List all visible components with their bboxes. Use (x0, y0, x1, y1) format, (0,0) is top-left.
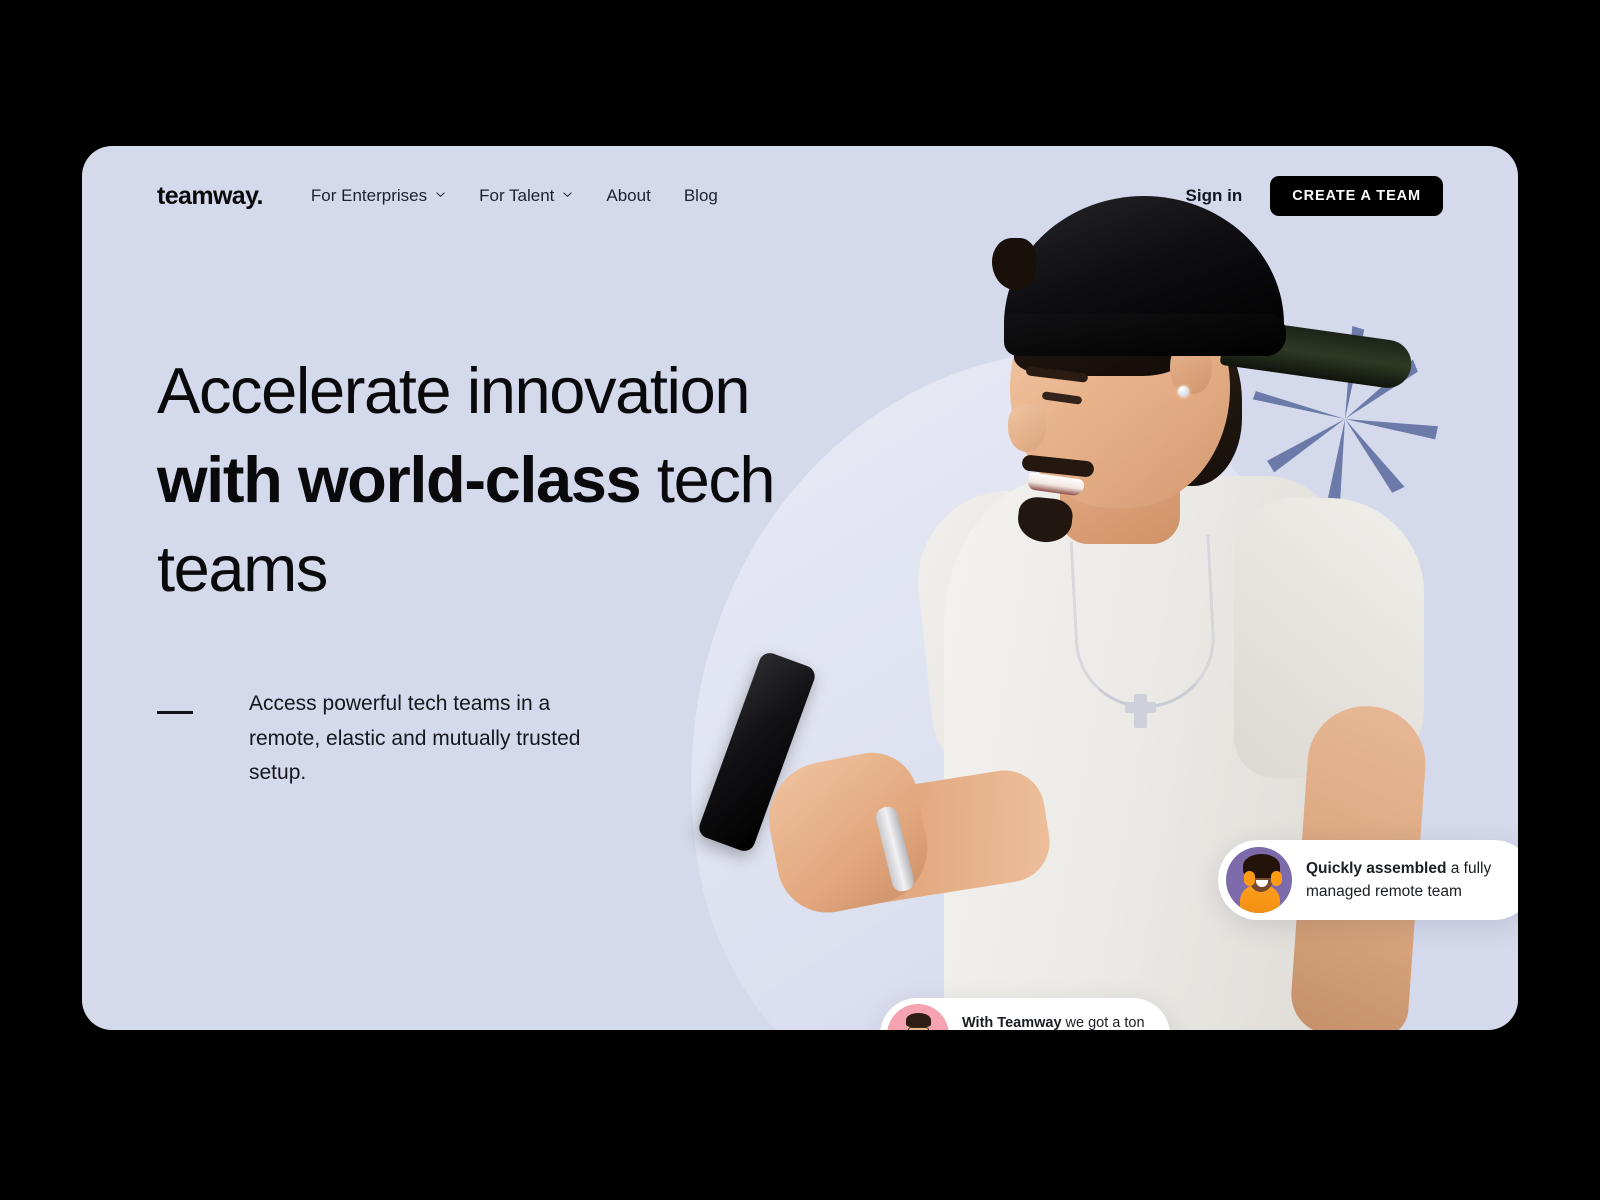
avatar-hair (906, 1013, 931, 1027)
hero-card: teamway. For Enterprises For Talent Abou… (82, 146, 1518, 1030)
man-glasses-denim-avatar (887, 1004, 949, 1030)
hair-tuft (992, 238, 1036, 290)
hero-subcopy: Access powerful tech teams in a remote, … (249, 692, 581, 785)
nav-item-for-enterprises[interactable]: For Enterprises (311, 186, 446, 206)
headphone-right-icon (1271, 871, 1282, 886)
necklace-chain (1069, 534, 1219, 712)
testimonial-card-quickly-assembled[interactable]: Quickly assembled a fully managed remote… (1218, 840, 1518, 920)
nav-item-label: For Enterprises (310, 186, 428, 205)
testimonial-text: Quickly assembled a fully managed remote… (1306, 857, 1518, 904)
cross-pendant (1125, 694, 1156, 728)
chevron-down-icon (562, 189, 573, 200)
logo[interactable]: teamway. (157, 182, 264, 211)
earring (1178, 386, 1189, 397)
dash-divider (157, 711, 193, 715)
nose (1008, 404, 1046, 452)
woman-orange-headphones-avatar (1226, 847, 1292, 913)
nav-item-for-talent[interactable]: For Talent (479, 186, 573, 206)
headline-part-2: with world-class (157, 443, 642, 517)
testimonial-card-with-teamway[interactable]: With Teamway we got a ton of flexibility… (880, 998, 1170, 1030)
glasses-icon (908, 1027, 929, 1030)
chevron-down-icon (435, 189, 446, 200)
testimonial-bold-text: Quickly assembled (1306, 859, 1447, 877)
cap-band (1004, 314, 1286, 356)
headphone-left-icon (1244, 871, 1255, 886)
testimonial-text: With Teamway we got a ton of flexibility… (962, 1013, 1154, 1030)
nav-item-label: For Talent (479, 186, 555, 205)
testimonial-bold-text: With Teamway (962, 1015, 1062, 1030)
